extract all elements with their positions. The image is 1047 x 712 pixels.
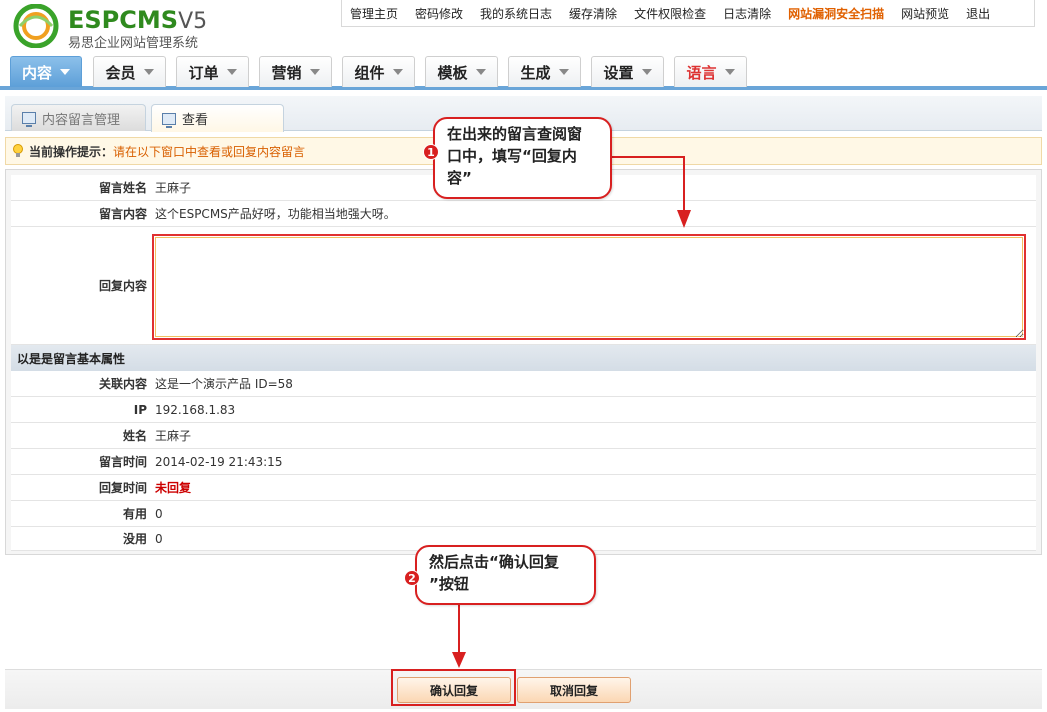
related-value: 这是一个演示产品 ID=58 [155, 377, 293, 391]
menu-language[interactable]: 语言 [674, 56, 747, 87]
reply-time-label: 回复时间 [98, 481, 147, 495]
callout-step-2-line-2: ”按钮 [429, 575, 469, 593]
lightbulb-icon [13, 144, 23, 157]
field-row-useful: 有用 0 [11, 501, 1036, 527]
reply-content-textarea[interactable] [152, 234, 1026, 340]
menu-members-label: 会员 [105, 63, 136, 82]
arrow-head-2 [452, 652, 466, 668]
chevron-down-icon [60, 69, 70, 75]
topnav-site-preview[interactable]: 网站预览 [901, 5, 949, 22]
chevron-down-icon [392, 69, 403, 75]
topnav-clear-log[interactable]: 日志清除 [723, 5, 771, 22]
menu-templates[interactable]: 模板 [425, 56, 498, 87]
reply-label: 回复内容 [98, 279, 147, 293]
logo-subtitle: 易思企业网站管理系统 [68, 36, 199, 51]
person-value: 王麻子 [155, 429, 192, 443]
chevron-down-icon [558, 69, 569, 75]
callout-step-1-line-2: 口中，填写“回复内 [447, 147, 577, 165]
useful-value: 0 [155, 506, 163, 521]
tip-text: 请在以下窗口中查看或回复内容留言 [113, 144, 306, 159]
chevron-down-icon [143, 69, 154, 75]
useless-value: 0 [155, 531, 163, 546]
useless-label: 没用 [122, 532, 147, 546]
menu-content[interactable]: 内容 [10, 56, 82, 87]
callout-step-2: 然后点击“确认回复 ”按钮 [415, 545, 596, 605]
topnav-my-system-log[interactable]: 我的系统日志 [480, 5, 552, 22]
main-menu: 内容 会员 订单 营销 组件 模板 生成 设置 语言 [0, 56, 1047, 90]
time-value: 2014-02-19 21:43:15 [155, 454, 283, 469]
menu-templates-label: 模板 [437, 63, 468, 82]
tab-view-label: 查看 [182, 113, 209, 128]
chevron-down-icon [724, 69, 735, 75]
tab-view[interactable]: 查看 [151, 104, 284, 132]
field-row-related: 关联内容 这是一个演示产品 ID=58 [11, 371, 1036, 397]
callout-step-1: 在出来的留言查阅窗 口中，填写“回复内 容” [433, 117, 612, 199]
topnav-change-password[interactable]: 密码修改 [415, 5, 463, 22]
name-value: 王麻子 [155, 181, 192, 195]
menu-marketing-label: 营销 [271, 63, 302, 82]
tab-message-management[interactable]: 内容留言管理 [11, 104, 146, 131]
menu-generate-label: 生成 [520, 63, 551, 82]
menu-members[interactable]: 会员 [93, 56, 166, 87]
menu-orders[interactable]: 订单 [176, 56, 249, 87]
field-row-person: 姓名 王麻子 [11, 423, 1036, 449]
chevron-down-icon [309, 69, 320, 75]
menu-content-label: 内容 [21, 63, 52, 82]
menu-settings[interactable]: 设置 [591, 56, 664, 87]
field-row-time: 留言时间 2014-02-19 21:43:15 [11, 449, 1036, 475]
menu-settings-label: 设置 [603, 63, 634, 82]
step-1-badge: 1 [423, 144, 439, 160]
window-icon [162, 112, 176, 128]
section-basic-attributes: 以是是留言基本属性 [11, 345, 1036, 371]
confirm-button-highlight [391, 669, 516, 706]
content-value: 这个ESPCMS产品好呀，功能相当地强大呀。 [155, 207, 396, 221]
field-row-content: 留言内容 这个ESPCMS产品好呀，功能相当地强大呀。 [11, 201, 1036, 227]
topnav-clear-cache[interactable]: 缓存清除 [569, 5, 617, 22]
step-2-badge: 2 [404, 570, 420, 586]
logo-brand-prefix: ESP [68, 6, 120, 34]
logo-wordmark: ESPCMSV5 [68, 6, 207, 34]
menu-language-label: 语言 [686, 63, 717, 82]
useful-label: 有用 [122, 507, 147, 521]
form-button-bar: 确认回复 取消回复 [5, 669, 1042, 709]
chevron-down-icon [641, 69, 652, 75]
logo-brand-mid: CMS [119, 6, 179, 34]
reply-time-value: 未回复 [155, 481, 192, 495]
menu-components[interactable]: 组件 [342, 56, 415, 87]
message-detail-form: 留言姓名 王麻子 留言内容 这个ESPCMS产品好呀，功能相当地强大呀。 回复内… [5, 169, 1042, 555]
logo-mark-icon [13, 4, 59, 48]
related-label: 关联内容 [98, 377, 147, 391]
person-label: 姓名 [122, 429, 147, 443]
espcms-logo: ESPCMSV5 易思企业网站管理系统 [10, 4, 230, 51]
topnav-admin-home[interactable]: 管理主页 [350, 5, 398, 22]
menu-orders-label: 订单 [188, 63, 219, 82]
topnav-file-permission-check[interactable]: 文件权限检查 [634, 5, 706, 22]
menu-marketing[interactable]: 营销 [259, 56, 332, 87]
callout-step-1-line-1: 在出来的留言查阅窗 [447, 125, 583, 143]
top-navigation: 管理主页 密码修改 我的系统日志 缓存清除 文件权限检查 日志清除 网站漏洞安全… [341, 0, 1035, 27]
callout-step-1-line-3: 容” [447, 169, 472, 187]
tab-message-management-label: 内容留言管理 [42, 112, 121, 128]
chevron-down-icon [226, 69, 237, 75]
callout-step-2-line-1: 然后点击“确认回复 [429, 553, 559, 571]
menu-generate[interactable]: 生成 [508, 56, 581, 87]
ip-label: IP [133, 402, 147, 417]
menu-components-label: 组件 [354, 63, 385, 82]
tip-label: 当前操作提示： [29, 144, 114, 159]
field-row-ip: IP 192.168.1.83 [11, 397, 1036, 423]
field-row-reply-time: 回复时间 未回复 [11, 475, 1036, 501]
content-label: 留言内容 [98, 207, 147, 221]
time-label: 留言时间 [98, 455, 147, 469]
topnav-logout[interactable]: 退出 [966, 5, 990, 22]
ip-value: 192.168.1.83 [155, 402, 236, 417]
topnav-security-scan[interactable]: 网站漏洞安全扫描 [788, 5, 884, 22]
logo-brand-version: V5 [178, 9, 208, 34]
chevron-down-icon [475, 69, 486, 75]
name-label: 留言姓名 [98, 181, 147, 195]
cancel-reply-button[interactable]: 取消回复 [517, 677, 631, 703]
window-icon [22, 112, 36, 127]
